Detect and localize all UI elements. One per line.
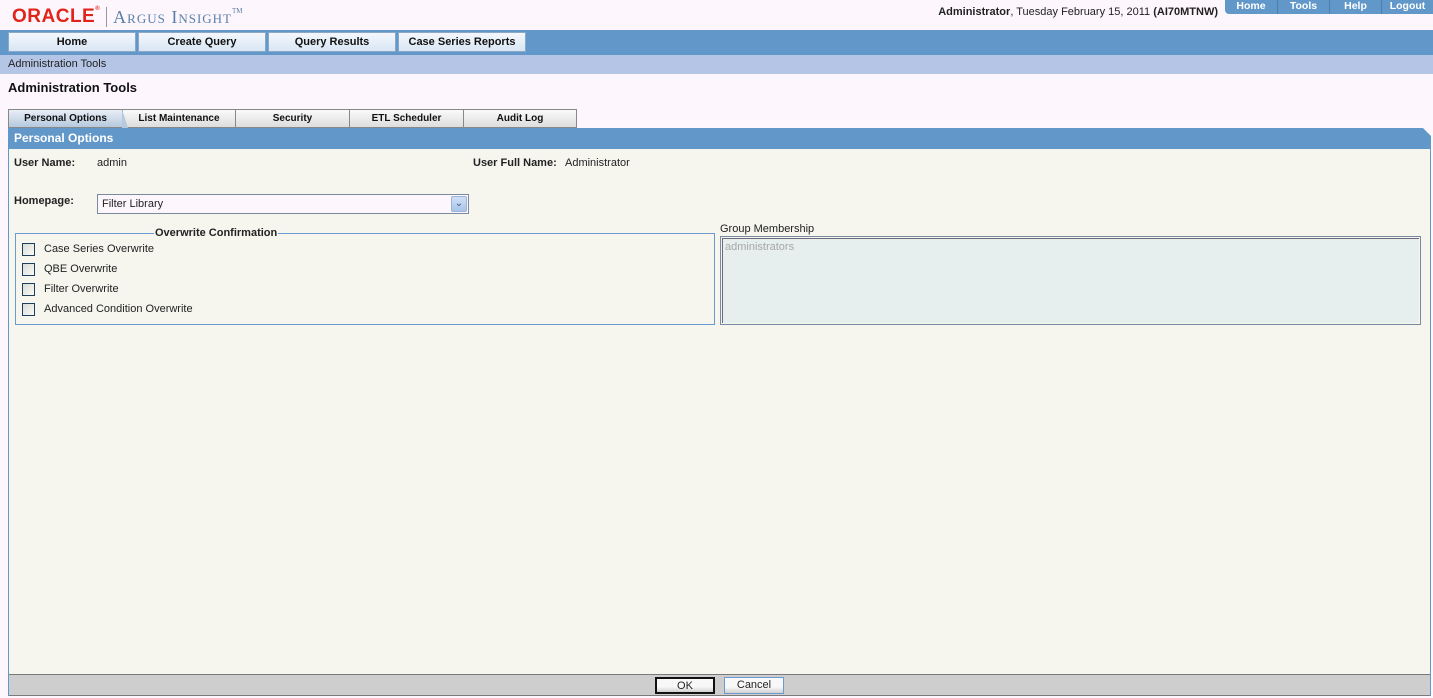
ok-button[interactable]: OK bbox=[655, 676, 715, 694]
tab-security[interactable]: Security bbox=[236, 109, 350, 128]
user-full-name-value: Administrator bbox=[565, 157, 630, 169]
case-series-overwrite-checkbox[interactable] bbox=[22, 242, 35, 256]
tab-personal-options[interactable]: Personal Options bbox=[8, 109, 128, 128]
tab-list-maintenance[interactable]: List Maintenance bbox=[122, 109, 236, 128]
main-nav: Home Create Query Query Results Case Ser… bbox=[0, 30, 1433, 55]
user-name-value: admin bbox=[97, 157, 127, 169]
oracle-argus-logo: ORACLE® Argus InsightTM bbox=[12, 6, 243, 28]
qbe-overwrite-label: QBE Overwrite bbox=[44, 263, 118, 275]
nav-create-query[interactable]: Create Query bbox=[138, 32, 266, 52]
overwrite-confirmation-legend: Overwrite Confirmation bbox=[155, 227, 278, 239]
user-name-label: User Name: bbox=[14, 157, 76, 169]
top-link-help[interactable]: Help bbox=[1329, 0, 1381, 14]
user-info: Administrator, Tuesday February 15, 2011… bbox=[938, 6, 1218, 18]
top-links: Home Tools Help Logout bbox=[1225, 0, 1433, 14]
page-title: Administration Tools bbox=[8, 80, 138, 95]
nav-query-results[interactable]: Query Results bbox=[268, 32, 396, 52]
panel-title: Personal Options bbox=[9, 128, 1431, 149]
nav-case-series-reports[interactable]: Case Series Reports bbox=[398, 32, 526, 52]
top-link-tools[interactable]: Tools bbox=[1277, 0, 1329, 14]
oracle-logo: ORACLE® bbox=[12, 6, 101, 27]
cancel-button[interactable]: Cancel bbox=[724, 676, 784, 694]
panel-footer: OK Cancel bbox=[9, 674, 1430, 696]
option-case-series-overwrite: Case Series Overwrite bbox=[22, 239, 714, 259]
group-membership-list[interactable]: administrators bbox=[720, 236, 1421, 325]
personal-options-panel: Personal Options User Name: admin User F… bbox=[8, 128, 1431, 696]
group-membership-item: administrators bbox=[725, 241, 795, 253]
option-qbe-overwrite: QBE Overwrite bbox=[22, 259, 714, 279]
homepage-select[interactable]: Filter Library ⌄ bbox=[97, 194, 469, 214]
logo-divider bbox=[106, 7, 108, 27]
advanced-condition-overwrite-checkbox[interactable] bbox=[22, 302, 35, 316]
admin-tabs: Personal Options List Maintenance Securi… bbox=[8, 109, 577, 128]
top-link-home[interactable]: Home bbox=[1225, 0, 1277, 14]
option-advanced-condition-overwrite: Advanced Condition Overwrite bbox=[22, 299, 714, 319]
panel-body: User Name: admin User Full Name: Adminis… bbox=[9, 149, 1430, 674]
argus-insight-logo: Argus InsightTM bbox=[113, 6, 243, 27]
group-membership-inner: administrators bbox=[722, 238, 1419, 323]
breadcrumb: Administration Tools bbox=[0, 55, 1433, 74]
top-link-logout[interactable]: Logout bbox=[1381, 0, 1433, 14]
user-full-name-label: User Full Name: bbox=[473, 157, 557, 169]
tab-audit-log[interactable]: Audit Log bbox=[464, 109, 577, 128]
option-filter-overwrite: Filter Overwrite bbox=[22, 279, 714, 299]
current-date: Tuesday February 15, 2011 bbox=[1016, 6, 1151, 18]
filter-overwrite-label: Filter Overwrite bbox=[44, 283, 119, 295]
chevron-down-icon[interactable]: ⌄ bbox=[451, 196, 467, 212]
filter-overwrite-checkbox[interactable] bbox=[22, 282, 35, 296]
nav-home[interactable]: Home bbox=[8, 32, 136, 52]
case-series-overwrite-label: Case Series Overwrite bbox=[44, 243, 155, 255]
tab-etl-scheduler[interactable]: ETL Scheduler bbox=[350, 109, 464, 128]
advanced-condition-overwrite-label: Advanced Condition Overwrite bbox=[44, 303, 193, 315]
homepage-label: Homepage: bbox=[14, 195, 74, 207]
machine-id: (AI70MTNW) bbox=[1153, 6, 1218, 18]
qbe-overwrite-checkbox[interactable] bbox=[22, 262, 35, 276]
current-user: Administrator bbox=[938, 6, 1011, 18]
group-membership-label: Group Membership bbox=[720, 223, 815, 235]
overwrite-confirmation-group: Overwrite Confirmation Case Series Overw… bbox=[15, 227, 715, 325]
top-header: ORACLE® Argus InsightTM Administrator, T… bbox=[0, 0, 1433, 30]
homepage-selected-value: Filter Library bbox=[102, 198, 164, 210]
